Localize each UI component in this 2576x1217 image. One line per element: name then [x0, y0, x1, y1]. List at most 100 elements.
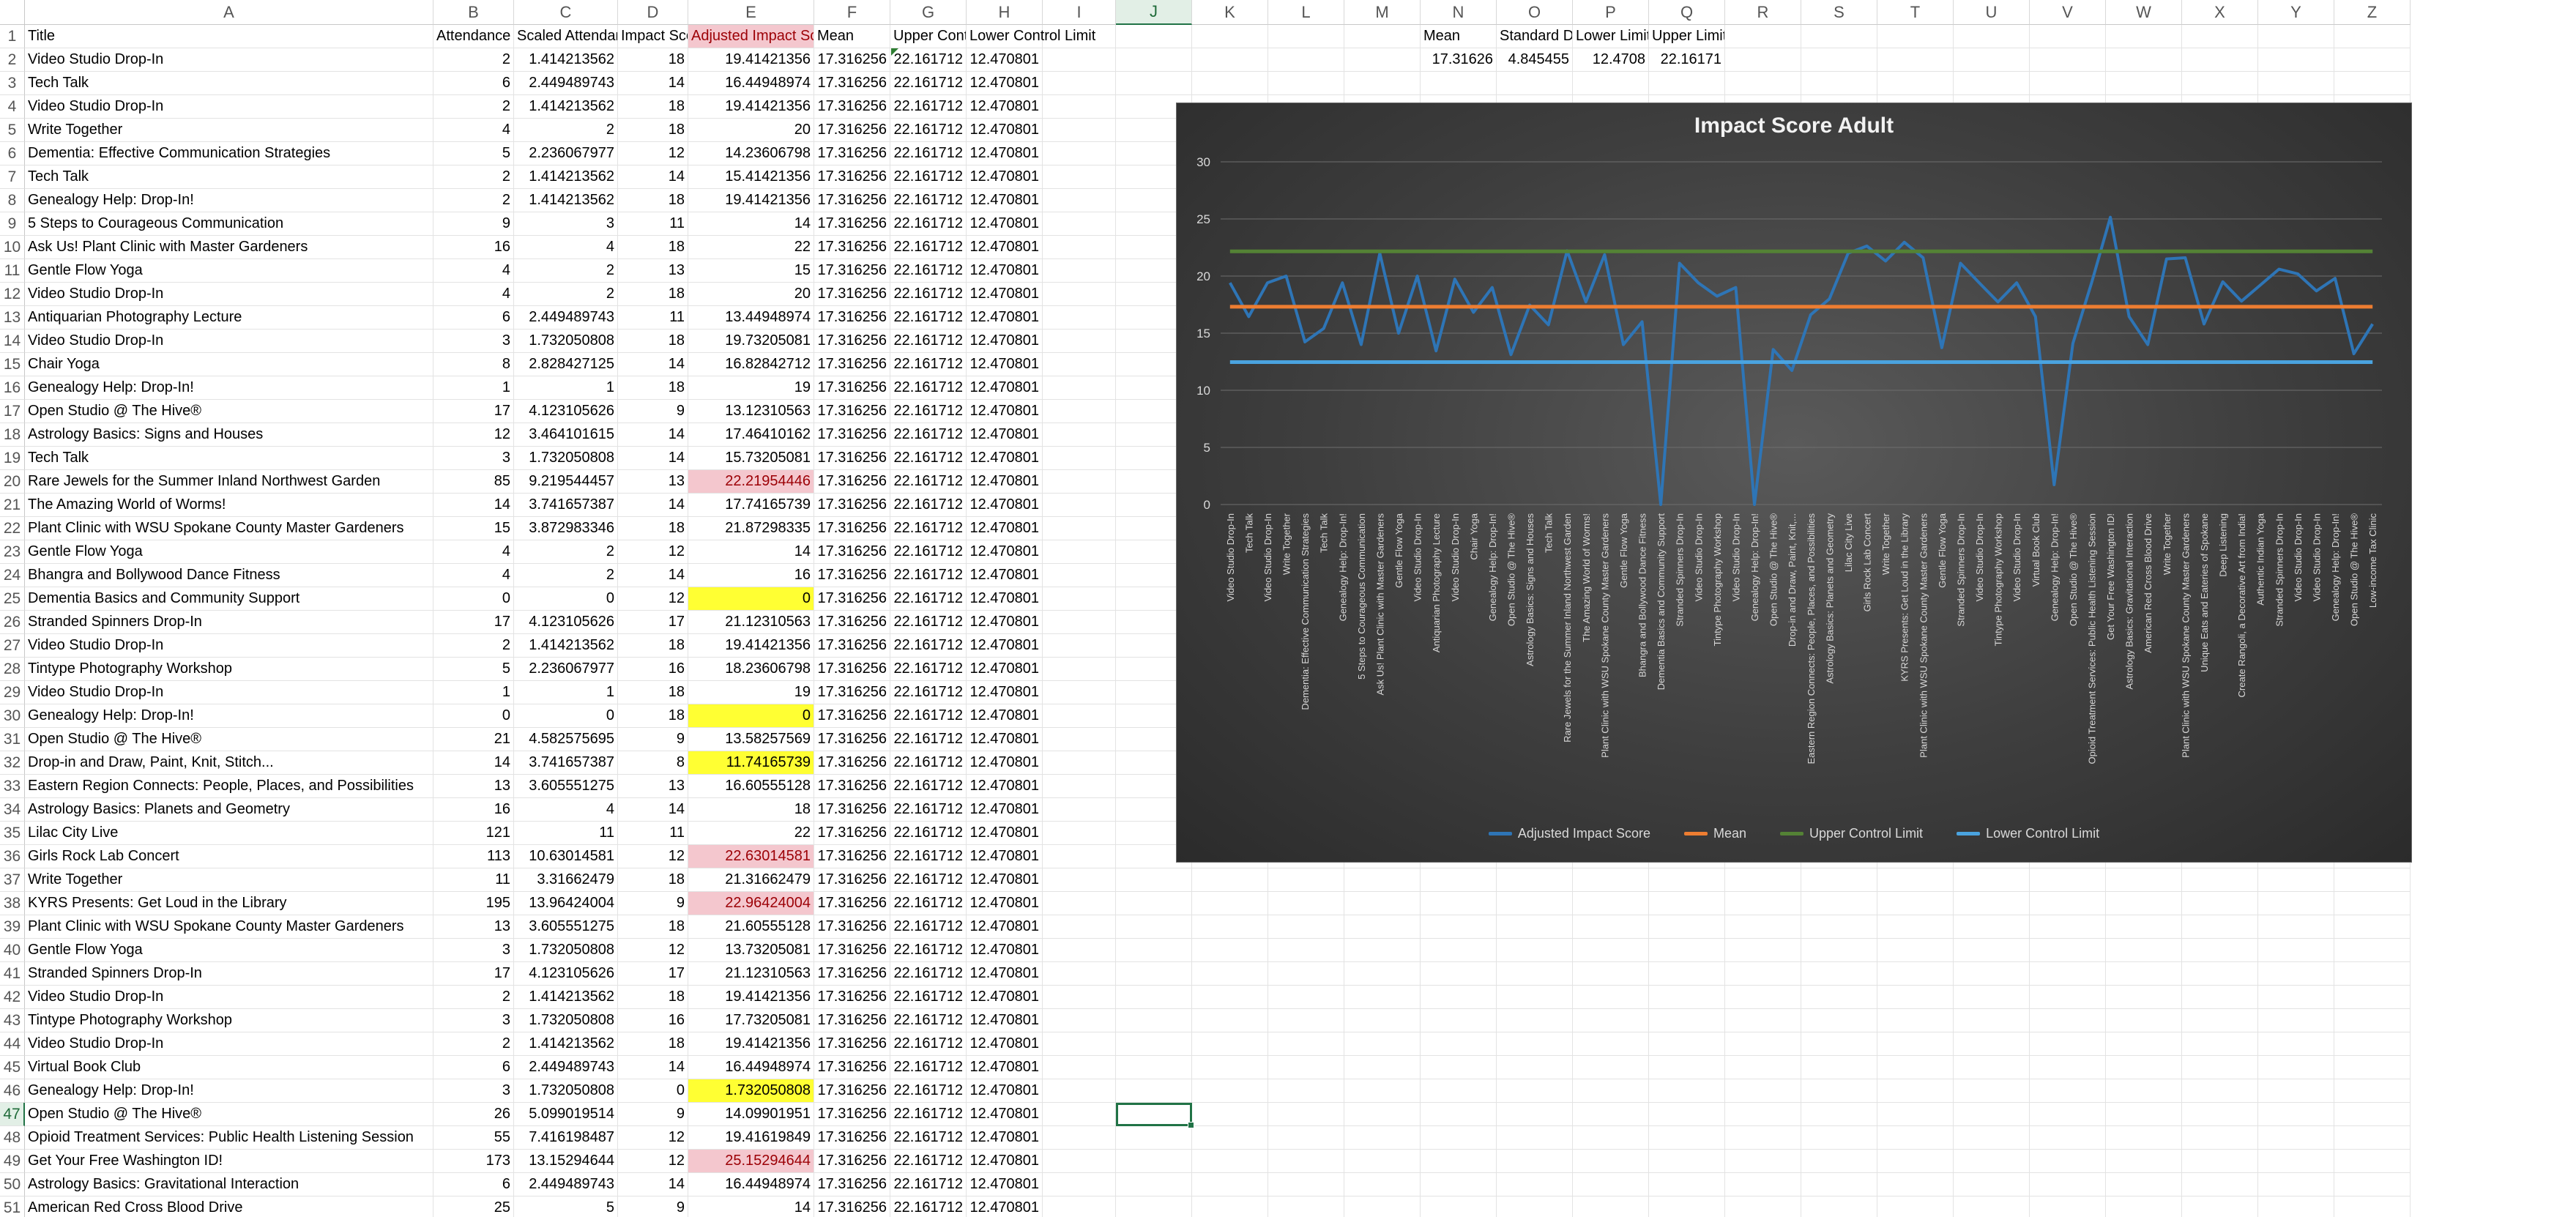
empty-cell[interactable]	[1043, 470, 1116, 494]
upper-control-limit-cell[interactable]: 22.161712	[890, 540, 967, 564]
empty-cell[interactable]	[1116, 48, 1192, 72]
empty-cell[interactable]	[1649, 1056, 1725, 1079]
empty-cell[interactable]	[1116, 1173, 1192, 1196]
lower-control-limit-cell[interactable]: 12.470801	[967, 751, 1043, 775]
mean-cell[interactable]: 17.316256	[814, 1196, 890, 1217]
empty-cell[interactable]	[1043, 845, 1116, 868]
empty-cell[interactable]	[1116, 868, 1192, 892]
column-header-j[interactable]: J	[1116, 0, 1192, 25]
empty-cell[interactable]	[1421, 1009, 1497, 1032]
empty-cell[interactable]	[2334, 986, 2411, 1009]
empty-cell[interactable]	[1043, 540, 1116, 564]
empty-cell[interactable]	[1649, 939, 1725, 962]
attendance-cell[interactable]: 3	[433, 1079, 514, 1103]
impact-score-cell[interactable]: 8	[618, 751, 688, 775]
empty-cell[interactable]	[2182, 1103, 2258, 1126]
empty-cell[interactable]	[2258, 892, 2334, 915]
empty-cell[interactable]	[2030, 939, 2106, 962]
adjusted-impact-score-cell[interactable]: 0	[688, 704, 814, 728]
title-cell[interactable]: Gentle Flow Yoga	[25, 540, 433, 564]
upper-control-limit-cell[interactable]: 22.161712	[890, 189, 967, 212]
mean-cell[interactable]: 17.316256	[814, 283, 890, 306]
scaled-attendance-cell[interactable]: 2.236067977	[514, 142, 618, 165]
row-header[interactable]: 20	[0, 470, 25, 494]
scaled-attendance-cell[interactable]: 2	[514, 540, 618, 564]
column-header-p[interactable]: P	[1573, 0, 1649, 25]
adjusted-impact-score-cell[interactable]: 19.41421356	[688, 1032, 814, 1056]
scaled-attendance-cell[interactable]: 2	[514, 119, 618, 142]
empty-cell[interactable]	[1497, 1126, 1573, 1150]
empty-cell[interactable]	[2030, 892, 2106, 915]
lower-control-limit-cell[interactable]: 12.470801	[967, 540, 1043, 564]
lower-control-limit-cell[interactable]: 12.470801	[967, 1150, 1043, 1173]
lower-control-limit-cell[interactable]: 12.470801	[967, 728, 1043, 751]
impact-score-cell[interactable]: 14	[618, 564, 688, 587]
empty-cell[interactable]	[2106, 1009, 2182, 1032]
lower-control-limit-cell[interactable]: 12.470801	[967, 892, 1043, 915]
empty-cell[interactable]	[2030, 962, 2106, 986]
scaled-attendance-cell[interactable]: 2	[514, 259, 618, 283]
empty-cell[interactable]	[1421, 1103, 1497, 1126]
impact-score-cell[interactable]: 17	[618, 611, 688, 634]
mean-cell[interactable]: 17.316256	[814, 330, 890, 353]
legend-item[interactable]: Upper Control Limit	[1780, 826, 1923, 841]
scaled-attendance-cell[interactable]: 1.414213562	[514, 48, 618, 72]
empty-cell[interactable]	[1801, 1103, 1877, 1126]
scaled-attendance-cell[interactable]: 2.236067977	[514, 658, 618, 681]
empty-cell[interactable]	[1649, 1126, 1725, 1150]
impact-score-cell[interactable]: 16	[618, 658, 688, 681]
scaled-attendance-cell[interactable]: 2.449489743	[514, 1173, 618, 1196]
title-cell[interactable]: Opioid Treatment Services: Public Health…	[25, 1126, 433, 1150]
impact-score-cell[interactable]: 9	[618, 892, 688, 915]
empty-cell[interactable]	[1268, 1079, 1344, 1103]
impact-score-cell[interactable]: 18	[618, 986, 688, 1009]
adjusted-impact-score-cell[interactable]: 16.60555128	[688, 775, 814, 798]
column-header-v[interactable]: V	[2030, 0, 2106, 25]
empty-cell[interactable]	[1192, 868, 1268, 892]
header-title[interactable]: Title	[25, 25, 433, 48]
mean-cell[interactable]: 17.316256	[814, 1103, 890, 1126]
empty-cell[interactable]	[1421, 1056, 1497, 1079]
impact-score-cell[interactable]: 13	[618, 259, 688, 283]
adjusted-impact-score-cell[interactable]: 19	[688, 681, 814, 704]
empty-cell[interactable]	[2030, 72, 2106, 95]
empty-cell[interactable]	[1497, 72, 1573, 95]
row-header[interactable]: 26	[0, 611, 25, 634]
empty-cell[interactable]	[1268, 939, 1344, 962]
empty-cell[interactable]	[1877, 1196, 1954, 1217]
empty-cell[interactable]	[1649, 892, 1725, 915]
empty-cell[interactable]	[1043, 1079, 1116, 1103]
upper-control-limit-cell[interactable]: 22.161712	[890, 1150, 967, 1173]
adjusted-impact-score-cell[interactable]: 17.73205081	[688, 1009, 814, 1032]
lower-control-limit-cell[interactable]: 12.470801	[967, 986, 1043, 1009]
upper-control-limit-cell[interactable]: 22.161712	[890, 306, 967, 330]
empty-cell[interactable]	[2334, 1032, 2411, 1056]
empty-cell[interactable]	[1801, 986, 1877, 1009]
lower-control-limit-cell[interactable]: 12.470801	[967, 376, 1043, 400]
empty-cell[interactable]	[1649, 1009, 1725, 1032]
empty-cell[interactable]	[2258, 1173, 2334, 1196]
mean-cell[interactable]: 17.316256	[814, 306, 890, 330]
empty-cell[interactable]	[1497, 915, 1573, 939]
column-header-l[interactable]: L	[1268, 0, 1344, 25]
empty-cell[interactable]	[1421, 1173, 1497, 1196]
scaled-attendance-cell[interactable]: 3.31662479	[514, 868, 618, 892]
lower-control-limit-cell[interactable]: 12.470801	[967, 681, 1043, 704]
empty-cell[interactable]	[1192, 1079, 1268, 1103]
empty-cell[interactable]	[1725, 1079, 1801, 1103]
empty-cell[interactable]	[1043, 119, 1116, 142]
scaled-attendance-cell[interactable]: 11	[514, 822, 618, 845]
lower-control-limit-cell[interactable]: 12.470801	[967, 587, 1043, 611]
column-header-h[interactable]: H	[967, 0, 1043, 25]
column-header-u[interactable]: U	[1954, 0, 2030, 25]
empty-cell[interactable]	[2030, 868, 2106, 892]
empty-cell[interactable]	[1043, 611, 1116, 634]
empty-cell[interactable]	[2334, 1079, 2411, 1103]
scaled-attendance-cell[interactable]: 2.449489743	[514, 1056, 618, 1079]
empty-cell[interactable]	[1877, 868, 1954, 892]
mean-cell[interactable]: 17.316256	[814, 119, 890, 142]
empty-cell[interactable]	[1801, 1126, 1877, 1150]
upper-control-limit-cell[interactable]: 22.161712	[890, 1032, 967, 1056]
empty-cell[interactable]	[2334, 48, 2411, 72]
lower-control-limit-cell[interactable]: 12.470801	[967, 236, 1043, 259]
